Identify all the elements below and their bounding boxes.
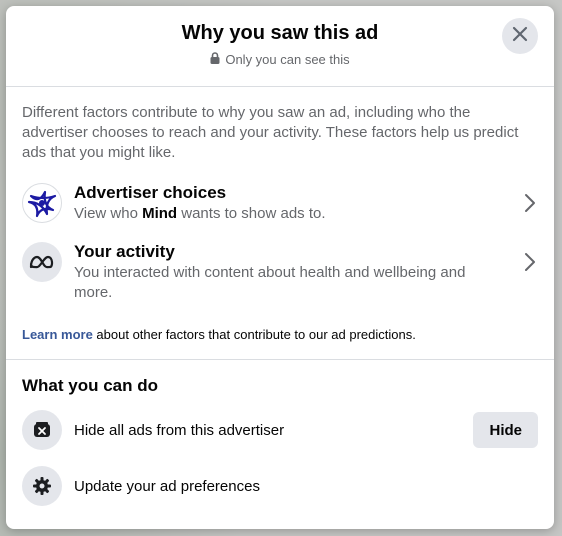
actions-section: What you can do Hide all ads from this a…	[6, 360, 554, 522]
advertiser-choices-item[interactable]: Advertiser choices View who Mind wants t…	[22, 183, 538, 224]
factors-intro: Different factors contribute to why you …	[22, 104, 519, 161]
ad-preferences-row[interactable]: Update your ad preferences	[22, 466, 538, 506]
hide-all-ads-label: Hide all ads from this advertiser	[74, 421, 285, 439]
advertiser-name: Mind	[142, 205, 178, 222]
learn-more-suffix: about other factors that contribute to o…	[92, 327, 416, 342]
actions-title: What you can do	[22, 376, 158, 395]
ad-factors-section: Different factors contribute to why you …	[6, 87, 554, 360]
advertiser-choices-desc: View who Mind wants to show ads to.	[74, 205, 326, 222]
your-activity-item[interactable]: Your activity You interacted with conten…	[22, 242, 538, 303]
gear-icon	[22, 466, 62, 506]
subtitle-text: Only you can see this	[225, 52, 350, 67]
why-ad-dialog: Why you saw this ad Only you can see thi…	[6, 6, 554, 529]
learn-more-text: Learn more about other factors that cont…	[22, 327, 416, 342]
hide-all-ads-row: Hide all ads from this advertiser Hide	[22, 410, 538, 450]
advertiser-choices-title: Advertiser choices	[74, 183, 227, 202]
dialog-title: Why you saw this ad	[181, 22, 379, 44]
lock-icon	[210, 52, 220, 67]
dialog-header: Why you saw this ad Only you can see thi…	[6, 6, 554, 87]
your-activity-desc: You interacted with content about health…	[74, 264, 466, 301]
learn-more-link[interactable]: Learn more	[22, 327, 93, 342]
hide-button[interactable]: Hide	[473, 412, 538, 448]
chevron-right-icon	[524, 252, 536, 277]
mind-logo-icon	[22, 183, 62, 223]
hide-ads-icon	[22, 410, 62, 450]
ad-preferences-label: Update your ad preferences	[74, 477, 260, 495]
chevron-right-icon	[524, 193, 536, 218]
your-activity-title: Your activity	[74, 242, 175, 261]
close-icon	[512, 26, 528, 47]
close-button[interactable]	[502, 18, 538, 54]
meta-logo-icon	[22, 242, 62, 282]
dialog-subtitle: Only you can see this	[6, 52, 554, 67]
